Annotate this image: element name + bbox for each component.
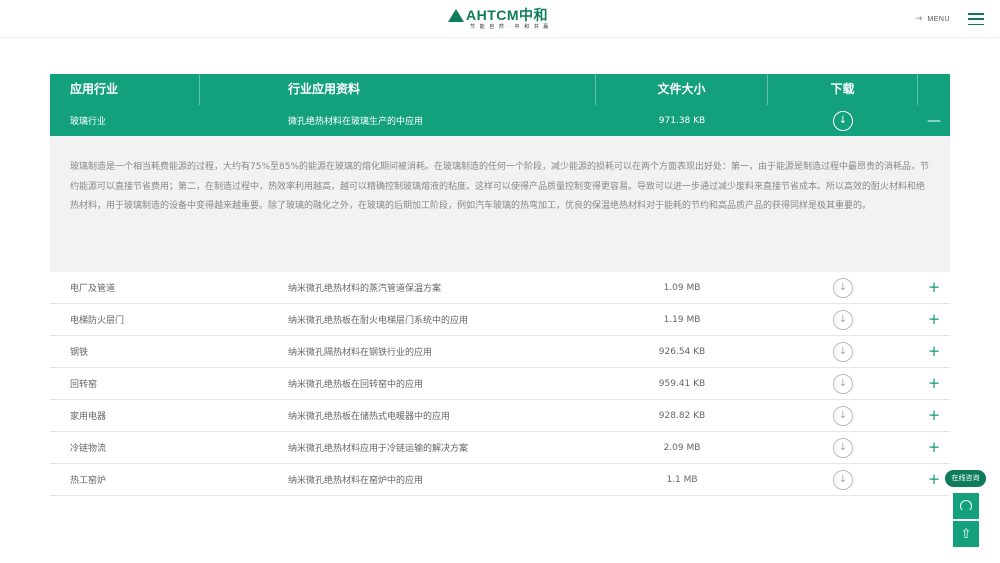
- expand-icon[interactable]: +: [928, 472, 941, 487]
- download-icon[interactable]: ↓: [833, 405, 853, 426]
- logo-mark-icon: [448, 8, 464, 22]
- row-industry: 电厂及管道: [70, 284, 116, 294]
- header-toggle: [918, 74, 950, 105]
- row-download: ↓: [768, 272, 918, 303]
- row-download: ↓: [768, 368, 918, 399]
- industry-materials-table: 应用行业 行业应用资料 文件大小 下载 玻璃行业 微孔绝热材料在玻璃生产的中应用…: [50, 74, 950, 496]
- logo-slogan: 节 能 自 然 · 中 和 共 赢: [470, 24, 550, 30]
- row-industry: 热工窑炉: [70, 476, 107, 486]
- table-row[interactable]: 家用电器 纳米微孔绝热板在储热式电暖器中的应用 928.82 KB ↓ +: [50, 400, 950, 432]
- table-row[interactable]: 回转窑 纳米微孔绝热板在回转窑中的应用 959.41 KB ↓ +: [50, 368, 950, 400]
- table-row-active[interactable]: 玻璃行业 微孔绝热材料在玻璃生产的中应用 971.38 KB ↓ —: [50, 105, 950, 136]
- header-material: 行业应用资料: [200, 74, 596, 105]
- row-industry: 冷链物流: [70, 444, 107, 454]
- row-download: ↓: [768, 336, 918, 367]
- collapse-icon[interactable]: —: [927, 114, 941, 128]
- expand-icon[interactable]: +: [928, 280, 941, 295]
- header-size: 文件大小: [596, 74, 768, 105]
- row-download: ↓: [768, 304, 918, 335]
- table-header: 应用行业 行业应用资料 文件大小 下载: [50, 74, 950, 105]
- table-row[interactable]: 电梯防火层门 纳米微孔绝热板在耐火电梯层门系统中的应用 1.19 MB ↓ +: [50, 304, 950, 336]
- site-header: AHTCM中和 节 能 自 然 · 中 和 共 赢 → MENU: [0, 0, 1000, 38]
- row-toggle-cell: +: [918, 368, 950, 399]
- download-icon[interactable]: ↓: [833, 469, 853, 490]
- row-industry: 电梯防火层门: [70, 316, 125, 326]
- row-toggle-cell: +: [918, 272, 950, 303]
- online-consult-label[interactable]: 在线咨询: [945, 470, 986, 487]
- expand-icon[interactable]: +: [928, 376, 941, 391]
- expand-icon[interactable]: +: [928, 440, 941, 455]
- row-download: ↓: [768, 400, 918, 431]
- row-material: 纳米微孔隔热材料在钢铁行业的应用: [288, 348, 433, 358]
- row-material: 纳米微孔绝热板在回转窑中的应用: [288, 380, 424, 390]
- header-industry: 应用行业: [50, 74, 200, 105]
- row-material: 纳米微孔绝热板在储热式电暖器中的应用: [288, 412, 451, 422]
- consult-button[interactable]: [953, 493, 979, 519]
- download-icon[interactable]: ↓: [833, 373, 853, 394]
- logo-main: AHTCM中和: [448, 6, 558, 24]
- download-icon[interactable]: ↓: [833, 309, 853, 330]
- row-size: 1.1 MB: [666, 474, 698, 485]
- row-size: 1.09 MB: [663, 282, 701, 293]
- row-industry: 回转窑: [70, 380, 98, 390]
- logo-text: AHTCM中和: [466, 7, 549, 23]
- download-icon[interactable]: ↓: [833, 277, 853, 298]
- row-size: 2.09 MB: [663, 442, 701, 453]
- row-material: 微孔绝热材料在玻璃生产的中应用: [288, 117, 424, 127]
- expand-icon[interactable]: +: [928, 344, 941, 359]
- headset-icon: [960, 500, 972, 512]
- row-toggle-cell: —: [918, 105, 950, 136]
- menu-button[interactable]: → MENU: [915, 11, 984, 27]
- arrow-right-icon: →: [914, 14, 923, 24]
- row-material: 纳米微孔绝热材料的蒸汽管道保温方案: [288, 284, 442, 294]
- row-toggle-cell: +: [918, 400, 950, 431]
- logo[interactable]: AHTCM中和 节 能 自 然 · 中 和 共 赢: [448, 6, 558, 32]
- table-row[interactable]: 钢铁 纳米微孔隔热材料在钢铁行业的应用 926.54 KB ↓ +: [50, 336, 950, 368]
- download-icon[interactable]: ↓: [833, 437, 853, 458]
- table-row[interactable]: 热工窑炉 纳米微孔绝热材料在窑炉中的应用 1.1 MB ↓ +: [50, 464, 950, 496]
- row-toggle-cell: +: [918, 432, 950, 463]
- expand-icon[interactable]: +: [928, 312, 941, 327]
- row-download: ↓: [768, 105, 918, 136]
- upload-icon: ⇧: [960, 526, 972, 542]
- row-material: 纳米微孔绝热材料在窑炉中的应用: [288, 476, 424, 486]
- row-toggle-cell: +: [918, 336, 950, 367]
- row-industry: 钢铁: [70, 348, 89, 358]
- download-icon[interactable]: ↓: [833, 110, 853, 131]
- row-size: 926.54 KB: [658, 346, 706, 357]
- row-size: 928.82 KB: [658, 410, 706, 421]
- table-row[interactable]: 冷链物流 纳米微孔绝热材料应用于冷链运输的解决方案 2.09 MB ↓ +: [50, 432, 950, 464]
- row-toggle-cell: +: [918, 304, 950, 335]
- row-size: 971.38 KB: [658, 115, 706, 126]
- expand-icon[interactable]: +: [928, 408, 941, 423]
- back-to-top-button[interactable]: ⇧: [953, 521, 979, 547]
- row-material: 纳米微孔绝热板在耐火电梯层门系统中的应用: [288, 316, 469, 326]
- table-row[interactable]: 电厂及管道 纳米微孔绝热材料的蒸汽管道保温方案 1.09 MB ↓ +: [50, 272, 950, 304]
- download-icon[interactable]: ↓: [833, 341, 853, 362]
- row-download: ↓: [768, 464, 918, 495]
- header-download: 下载: [768, 74, 918, 105]
- row-download: ↓: [768, 432, 918, 463]
- row-industry: 玻璃行业: [70, 117, 107, 127]
- row-industry: 家用电器: [70, 412, 107, 422]
- row-material: 纳米微孔绝热材料应用于冷链运输的解决方案: [288, 444, 469, 454]
- menu-label: MENU: [927, 15, 950, 23]
- row-size: 959.41 KB: [658, 378, 706, 389]
- row-size: 1.19 MB: [663, 314, 701, 325]
- hamburger-icon[interactable]: [968, 13, 984, 25]
- row-detail-text: 玻璃制造是一个相当耗费能源的过程，大约有75%至85%的能源在玻璃的熔化期间被消…: [50, 136, 950, 272]
